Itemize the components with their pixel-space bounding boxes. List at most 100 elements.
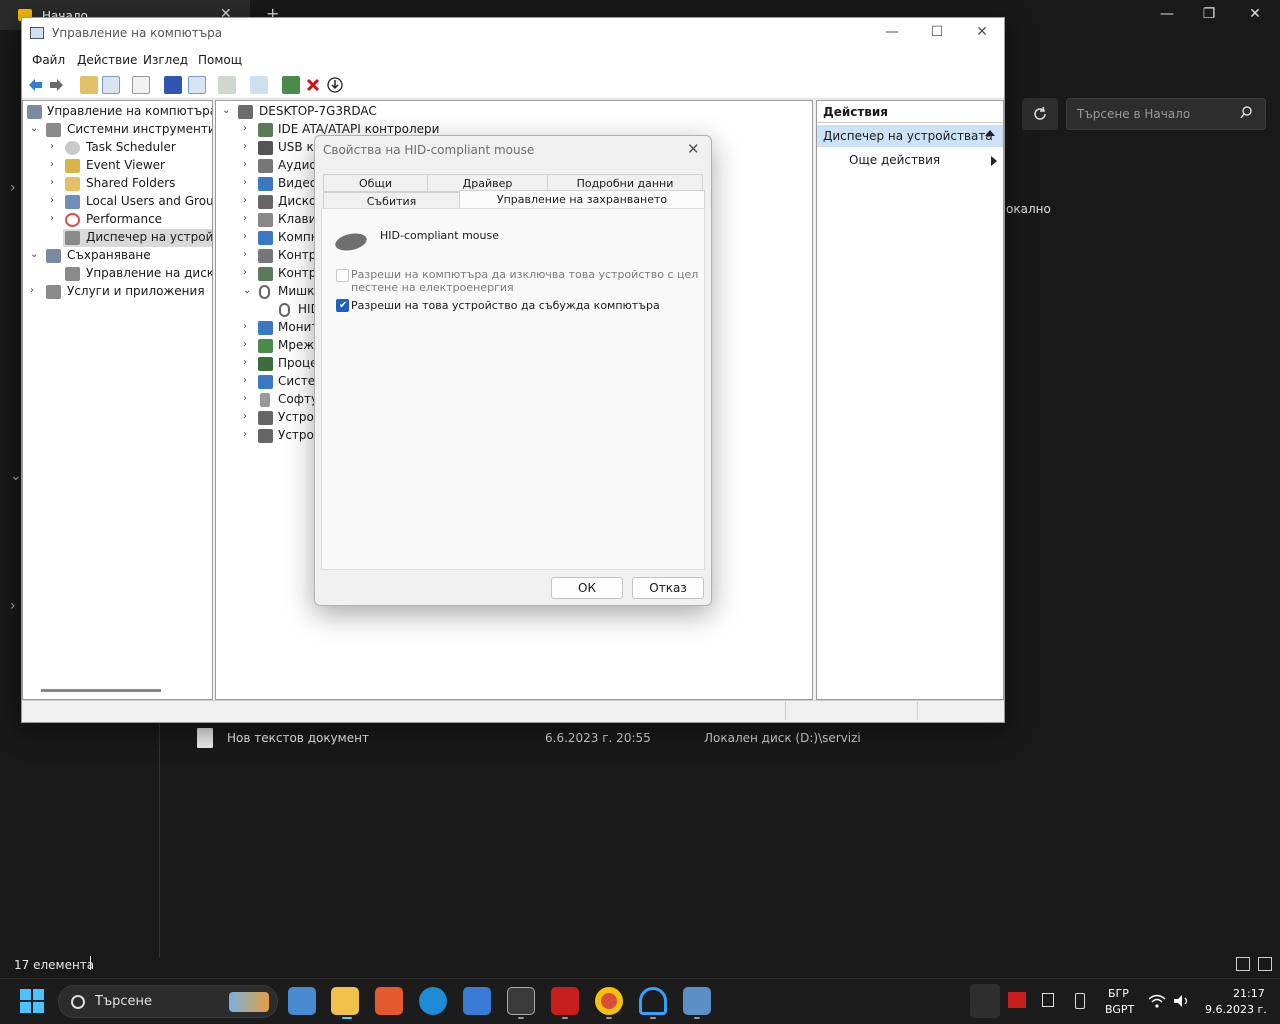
action-pane-icon[interactable] bbox=[188, 76, 206, 94]
menu-action[interactable]: Действие bbox=[77, 53, 137, 67]
volume-icon[interactable] bbox=[1172, 993, 1190, 1009]
chevron-right-icon[interactable]: › bbox=[243, 429, 247, 440]
chrome-browser-icon[interactable] bbox=[595, 987, 623, 1015]
tree-item-event-viewer[interactable]: › Event Viewer bbox=[23, 157, 212, 175]
chevron-right-icon[interactable]: › bbox=[50, 195, 54, 206]
device-root[interactable]: ⌄ DESKTOP-7G3RDAC bbox=[216, 103, 812, 121]
tree-item-local-users[interactable]: › Local Users and Groups bbox=[23, 193, 212, 211]
chevron-down-icon[interactable]: ⌄ bbox=[222, 105, 230, 116]
wifi-icon[interactable] bbox=[1148, 993, 1166, 1009]
menu-file[interactable]: Файл bbox=[32, 53, 65, 67]
collapse-arrow-icon[interactable] bbox=[985, 130, 995, 136]
show-hide-tree-icon[interactable] bbox=[102, 76, 120, 94]
chevron-down-icon[interactable]: ⌄ bbox=[30, 249, 38, 260]
chevron-right-icon[interactable]: › bbox=[10, 598, 16, 614]
tree-item-device-manager[interactable]: Диспечер на устройства bbox=[63, 229, 212, 247]
chevron-right-icon[interactable]: › bbox=[243, 411, 247, 422]
xmplay-icon[interactable] bbox=[507, 987, 535, 1015]
tab-power-management[interactable]: Управление на захранването bbox=[459, 190, 705, 209]
chevron-right-icon[interactable]: › bbox=[243, 231, 247, 242]
ok-button[interactable]: ОК bbox=[551, 577, 623, 599]
chevron-right-icon[interactable]: › bbox=[243, 339, 247, 350]
widgets-app-icon[interactable] bbox=[288, 987, 316, 1015]
usb-tray-icon[interactable] bbox=[1075, 993, 1085, 1009]
aida64-icon[interactable] bbox=[551, 987, 579, 1015]
tree-item-task-scheduler[interactable]: › Task Scheduler bbox=[23, 139, 212, 157]
headset-app-icon[interactable] bbox=[639, 987, 667, 1015]
disable-device-icon[interactable] bbox=[326, 76, 344, 94]
close-icon[interactable]: ✕ bbox=[1240, 6, 1270, 22]
chevron-right-icon[interactable]: › bbox=[243, 159, 247, 170]
tree-item-system-tools[interactable]: ⌄ Системни инструменти bbox=[23, 121, 212, 139]
uninstall-x-icon[interactable] bbox=[304, 76, 322, 94]
chevron-right-icon[interactable]: › bbox=[243, 267, 247, 278]
chevron-right-icon[interactable]: › bbox=[243, 141, 247, 152]
chevron-right-icon[interactable]: › bbox=[243, 195, 247, 206]
chevron-right-icon[interactable]: › bbox=[243, 393, 247, 404]
chevron-right-icon[interactable]: › bbox=[50, 177, 54, 188]
more-actions[interactable]: Още действия bbox=[849, 153, 940, 167]
chevron-right-icon[interactable]: › bbox=[243, 177, 247, 188]
allow-turn-off-checkbox[interactable] bbox=[336, 269, 349, 282]
help-icon[interactable] bbox=[164, 76, 182, 94]
tree-item-disk-management[interactable]: Управление на дискове bbox=[23, 265, 212, 283]
clock-date[interactable]: 9.6.2023 г. bbox=[1205, 1003, 1267, 1016]
chevron-right-icon[interactable]: › bbox=[243, 375, 247, 386]
chevron-right-icon[interactable]: › bbox=[50, 159, 54, 170]
horizontal-scrollbar[interactable] bbox=[41, 689, 161, 692]
details-view-icon[interactable] bbox=[1236, 957, 1250, 971]
microsoft-store-icon[interactable] bbox=[463, 987, 491, 1015]
actions-section-device-manager[interactable]: Диспечер на устройствата bbox=[817, 125, 1003, 147]
minimize-icon[interactable]: — bbox=[877, 24, 907, 40]
input-language[interactable]: БГР bbox=[1108, 987, 1129, 1000]
cross-app-icon[interactable] bbox=[375, 987, 403, 1015]
minimize-icon[interactable]: — bbox=[1152, 6, 1182, 22]
chevron-right-icon[interactable]: › bbox=[10, 180, 16, 196]
chevron-right-icon[interactable]: › bbox=[50, 141, 54, 152]
file-name[interactable]: Нов текстов документ bbox=[227, 731, 369, 745]
keyboard-layout[interactable]: BGPT bbox=[1105, 1003, 1134, 1016]
file-explorer-icon[interactable] bbox=[331, 987, 359, 1015]
tree-item-storage[interactable]: ⌄ Съхраняване bbox=[23, 247, 212, 265]
tree-item-services-apps[interactable]: › Услуги и приложения bbox=[23, 283, 212, 301]
chevron-right-icon[interactable]: › bbox=[50, 213, 54, 224]
chevron-right-icon[interactable]: › bbox=[243, 249, 247, 260]
chevron-right-icon[interactable]: › bbox=[243, 213, 247, 224]
control-panel-icon[interactable] bbox=[683, 987, 711, 1015]
scan-hardware-icon[interactable] bbox=[218, 76, 236, 94]
aida64-tray-icon[interactable] bbox=[1008, 992, 1026, 1008]
back-arrow-icon[interactable] bbox=[26, 76, 44, 94]
refresh-button[interactable] bbox=[1022, 98, 1058, 130]
maximize-icon[interactable]: ☐ bbox=[922, 24, 952, 40]
update-driver-icon[interactable] bbox=[282, 76, 300, 94]
tree-item-performance[interactable]: › Performance bbox=[23, 211, 212, 229]
chevron-right-icon[interactable]: › bbox=[243, 123, 247, 134]
tree-item-computer-management[interactable]: Управление на компютъра (л bbox=[23, 103, 212, 121]
chevron-right-icon[interactable]: › bbox=[243, 357, 247, 368]
chevron-down-icon[interactable]: ⌄ bbox=[10, 468, 22, 484]
explorer-search-input[interactable]: Търсене в Начало bbox=[1066, 98, 1266, 130]
tray-icon[interactable] bbox=[1042, 993, 1054, 1007]
chevron-down-icon[interactable]: ⌄ bbox=[30, 123, 38, 134]
monitor-icon[interactable] bbox=[250, 76, 268, 94]
up-folder-icon[interactable] bbox=[80, 76, 98, 94]
properties-icon[interactable] bbox=[132, 76, 150, 94]
taskbar-search[interactable]: Търсене bbox=[58, 985, 278, 1018]
restore-icon[interactable]: ❐ bbox=[1194, 6, 1224, 22]
clock-time[interactable]: 21:17 bbox=[1233, 987, 1265, 1000]
close-icon[interactable]: ✕ bbox=[687, 140, 700, 158]
chevron-down-icon[interactable]: ⌄ bbox=[243, 285, 251, 296]
tree-item-shared-folders[interactable]: › Shared Folders bbox=[23, 175, 212, 193]
tray-pen-app[interactable] bbox=[970, 984, 1000, 1018]
tiles-view-icon[interactable] bbox=[1258, 957, 1272, 971]
chevron-right-icon[interactable]: › bbox=[243, 321, 247, 332]
chevron-right-icon[interactable]: › bbox=[30, 285, 34, 296]
menu-view[interactable]: Изглед bbox=[143, 53, 188, 67]
tab-general[interactable]: Общи bbox=[323, 174, 428, 192]
edge-browser-icon[interactable] bbox=[419, 987, 447, 1015]
cancel-button[interactable]: Отказ bbox=[632, 577, 704, 599]
title-bar[interactable]: Управление на компютъра — ☐ ✕ bbox=[22, 18, 1004, 49]
start-button[interactable] bbox=[20, 989, 44, 1013]
close-icon[interactable]: ✕ bbox=[967, 24, 997, 40]
menu-help[interactable]: Помощ bbox=[198, 53, 242, 67]
